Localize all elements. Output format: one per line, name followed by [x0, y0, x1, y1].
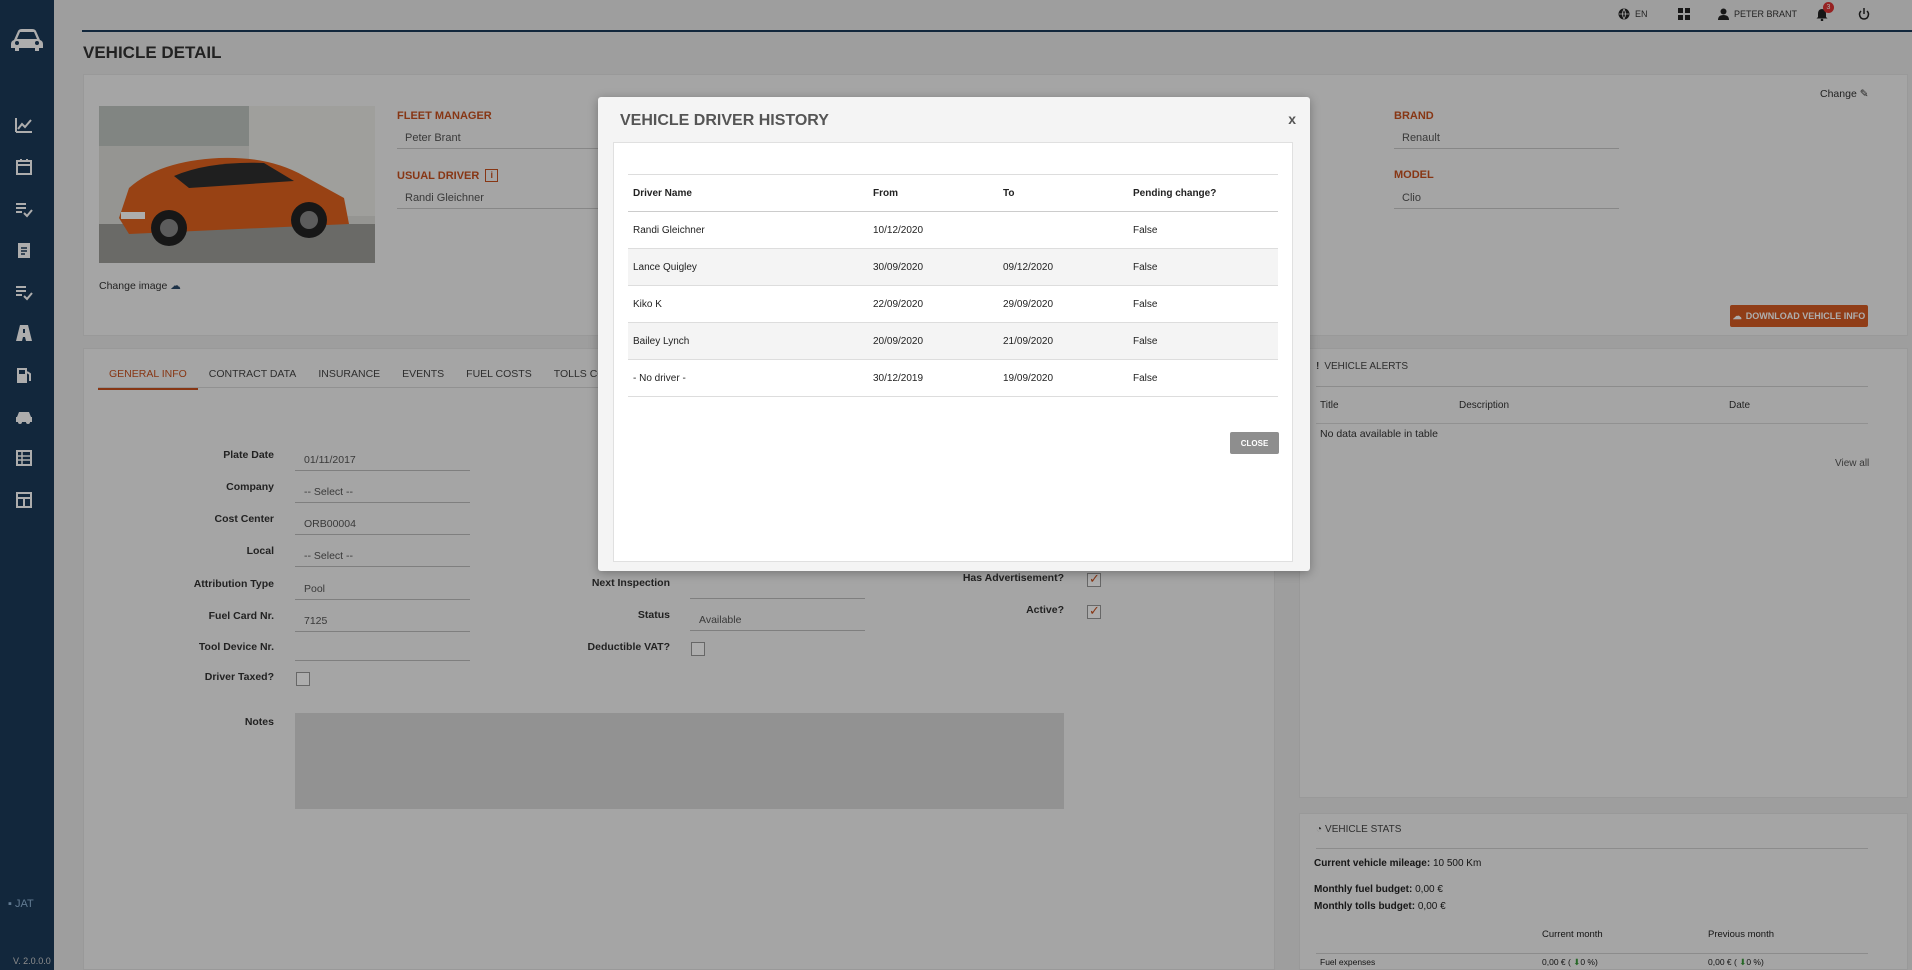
col-from[interactable]: From [868, 174, 998, 212]
driver-name-cell: Randi Gleichner [628, 211, 868, 249]
modal-body: Driver Name From To Pending change? Rand… [613, 142, 1293, 562]
table-row: Randi Gleichner 10/12/2020 False [628, 211, 1278, 249]
to-cell: 21/09/2020 [998, 322, 1128, 360]
from-cell: 22/09/2020 [868, 285, 998, 323]
driver-history-modal: VEHICLE DRIVER HISTORY x Driver Name Fro… [598, 97, 1310, 571]
table-row: Kiko K 22/09/2020 29/09/2020 False [628, 285, 1278, 323]
driver-name-cell: Bailey Lynch [628, 322, 868, 360]
col-to[interactable]: To [998, 174, 1128, 212]
driver-history-table: Driver Name From To Pending change? Rand… [628, 174, 1278, 397]
pending-cell: False [1128, 248, 1278, 286]
from-cell: 10/12/2020 [868, 211, 998, 249]
driver-name-cell: Kiko K [628, 285, 868, 323]
table-row: - No driver - 30/12/2019 19/09/2020 Fals… [628, 359, 1278, 397]
driver-name-cell: Lance Quigley [628, 248, 868, 286]
table-header-row: Driver Name From To Pending change? [628, 174, 1278, 212]
table-row: Lance Quigley 30/09/2020 09/12/2020 Fals… [628, 248, 1278, 286]
to-cell: 09/12/2020 [998, 248, 1128, 286]
to-cell [998, 211, 1128, 249]
from-cell: 30/12/2019 [868, 359, 998, 397]
driver-name-cell: - No driver - [628, 359, 868, 397]
pending-cell: False [1128, 285, 1278, 323]
close-button[interactable]: CLOSE [1230, 432, 1279, 454]
to-cell: 29/09/2020 [998, 285, 1128, 323]
col-driver-name[interactable]: Driver Name [628, 174, 868, 212]
to-cell: 19/09/2020 [998, 359, 1128, 397]
col-pending-change[interactable]: Pending change? [1128, 174, 1278, 212]
pending-cell: False [1128, 359, 1278, 397]
from-cell: 20/09/2020 [868, 322, 998, 360]
from-cell: 30/09/2020 [868, 248, 998, 286]
table-row: Bailey Lynch 20/09/2020 21/09/2020 False [628, 322, 1278, 360]
modal-title: VEHICLE DRIVER HISTORY [620, 112, 829, 129]
pending-cell: False [1128, 211, 1278, 249]
pending-cell: False [1128, 322, 1278, 360]
modal-close-icon[interactable]: x [1288, 111, 1296, 127]
